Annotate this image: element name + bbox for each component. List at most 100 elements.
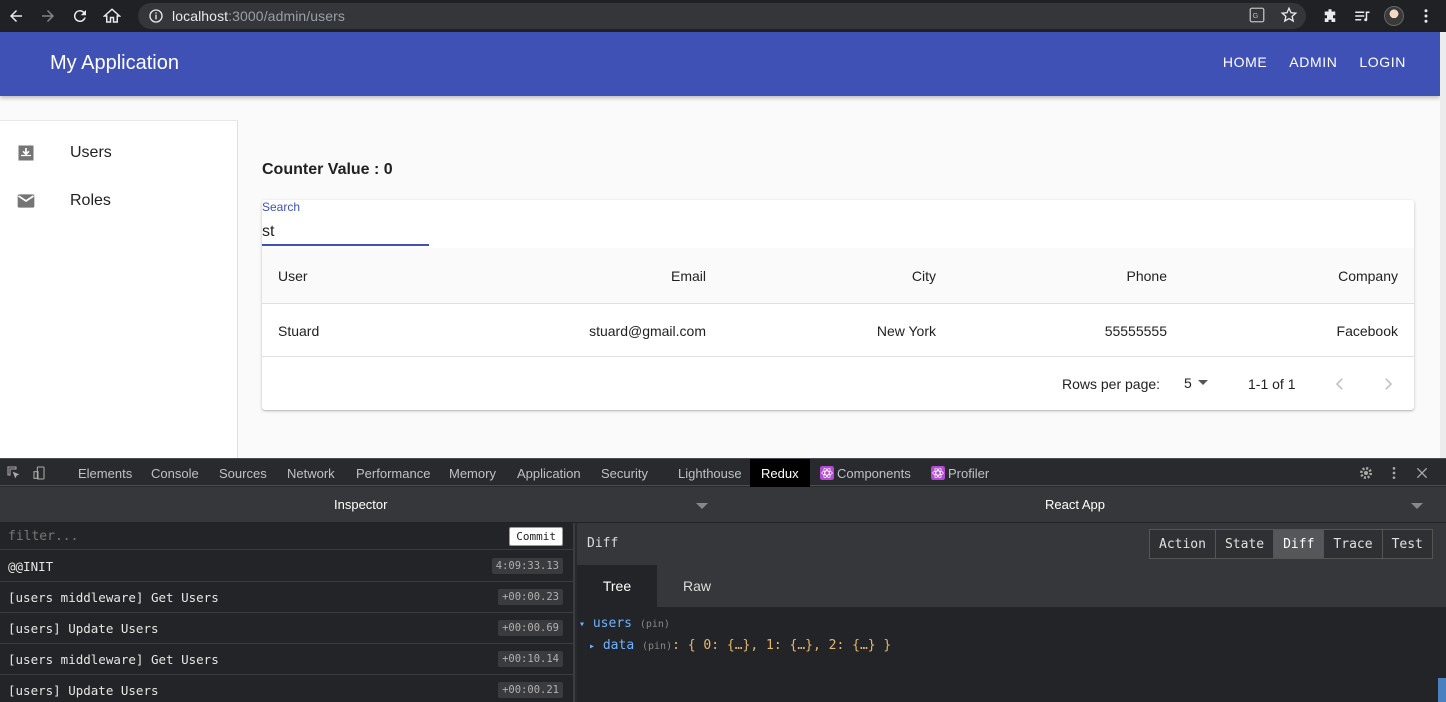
commit-button[interactable]: Commit (509, 527, 563, 546)
device-toolbar-icon[interactable] (32, 465, 48, 481)
sidebar-item-roles[interactable]: Roles (0, 177, 237, 225)
forward-icon[interactable] (32, 0, 64, 32)
inspect-element-icon[interactable] (6, 465, 22, 481)
column-header-user[interactable]: User (278, 248, 308, 303)
previous-page-button[interactable] (1328, 372, 1352, 396)
search-label: Search (262, 200, 301, 214)
cell-user: Stuard (278, 322, 320, 339)
translate-icon[interactable]: G (1248, 6, 1266, 24)
app-bar: My Application HOME ADMIN LOGIN (0, 32, 1440, 96)
devtools-tab-performance[interactable]: Performance (348, 459, 438, 487)
devtools-tab-network[interactable]: Network (279, 459, 343, 487)
action-list-item[interactable]: [users] Update Users +00:00.69 (0, 613, 573, 644)
scrollbar-thumb[interactable] (1438, 678, 1446, 702)
filter-row: filter... Commit (0, 523, 573, 550)
more-vert-icon[interactable] (1416, 6, 1436, 26)
page-scrollbar[interactable] (1440, 32, 1446, 458)
action-list-pane: filter... Commit @@INIT 4:09:33.13 [user… (0, 523, 575, 702)
extensions-puzzle-icon[interactable] (1320, 6, 1340, 26)
column-header-company[interactable]: Company (1338, 248, 1398, 303)
action-list-item[interactable]: [users] Update Users +00:00.21 (0, 675, 573, 702)
column-header-city[interactable]: City (912, 248, 936, 303)
app-instance-select[interactable]: React App (1045, 497, 1105, 512)
address-bar[interactable]: localhost:3000/admin/users G (138, 3, 1306, 29)
home-icon[interactable] (96, 0, 128, 32)
mode-tab-trace[interactable]: Trace (1324, 530, 1383, 558)
view-tabs: Tree Raw (577, 565, 1446, 607)
table-row[interactable]: Stuard stuard@gmail.com New York 5555555… (262, 305, 1414, 357)
mail-icon (17, 194, 35, 208)
tree-node-users[interactable]: ▾ users (pin) (579, 616, 670, 631)
collapsed-arrow-icon[interactable]: ▸ (589, 641, 595, 652)
rows-per-page-select[interactable]: 5 (1184, 375, 1192, 391)
nav-admin-button[interactable]: ADMIN (1289, 54, 1337, 70)
table-pagination: Rows per page: 5 1-1 of 1 (262, 358, 1414, 410)
cell-phone: 55555555 (1104, 322, 1167, 339)
devtools-panel: Elements Console Sources Network Perform… (0, 458, 1446, 702)
action-filter-input[interactable]: filter... (8, 529, 78, 544)
column-header-phone[interactable]: Phone (1127, 248, 1167, 303)
devtools-tab-security[interactable]: Security (593, 459, 656, 487)
browser-toolbar: localhost:3000/admin/users G (0, 0, 1446, 32)
chevron-down-icon[interactable] (696, 503, 708, 509)
devtools-tab-sources[interactable]: Sources (211, 459, 275, 487)
inspector-mode-tabs: Action State Diff Trace Test (1149, 529, 1433, 559)
action-list-item[interactable]: [users middleware] Get Users +00:10.14 (0, 644, 573, 675)
action-list-item[interactable]: @@INIT 4:09:33.13 (0, 551, 573, 582)
inbox-icon (18, 145, 34, 161)
devtools-tab-profiler[interactable]: Profiler (925, 459, 995, 487)
page-range: 1-1 of 1 (1248, 376, 1296, 392)
sidebar-item-users[interactable]: Users (0, 129, 237, 177)
more-vert-icon[interactable] (1386, 465, 1402, 481)
mode-tab-state[interactable]: State (1215, 530, 1275, 558)
devtools-tab-redux[interactable]: Redux (750, 459, 810, 487)
mode-tab-test[interactable]: Test (1382, 530, 1432, 558)
view-tab-tree[interactable]: Tree (577, 565, 657, 607)
inspector-header: Diff Action State Diff Trace Test (577, 523, 1446, 565)
profile-avatar[interactable] (1384, 6, 1404, 26)
app-nav: HOME ADMIN LOGIN (1223, 54, 1406, 70)
inspector-select[interactable]: Inspector (334, 497, 387, 512)
search-input[interactable] (262, 220, 429, 246)
devtools-tab-elements[interactable]: Elements (70, 459, 140, 487)
bookmark-star-icon[interactable] (1280, 6, 1298, 24)
panel-title: Diff (587, 536, 619, 551)
column-header-email[interactable]: Email (671, 248, 706, 303)
cell-email: stuard@gmail.com (589, 322, 706, 339)
expanded-arrow-icon[interactable]: ▾ (579, 619, 585, 630)
rows-per-page-label: Rows per page: (1062, 376, 1161, 392)
settings-gear-icon[interactable] (1358, 465, 1374, 481)
reload-icon[interactable] (64, 0, 96, 32)
devtools-tabbar: Elements Console Sources Network Perform… (0, 458, 1446, 487)
tree-node-data[interactable]: ▸ data (pin): { 0: {…}, 1: {…}, 2: {…} } (589, 638, 891, 653)
devtools-tab-application[interactable]: Application (509, 459, 589, 487)
chevron-down-icon[interactable] (1411, 503, 1423, 509)
nav-home-button[interactable]: HOME (1223, 54, 1267, 70)
state-inspector-pane: Diff Action State Diff Trace Test Tree R… (577, 523, 1446, 702)
action-list-item[interactable]: [users middleware] Get Users +00:00.23 (0, 582, 573, 613)
info-icon[interactable] (148, 8, 164, 24)
devtools-tab-console[interactable]: Console (143, 459, 207, 487)
devtools-tab-components[interactable]: Components (814, 459, 917, 487)
cell-city: New York (876, 322, 936, 339)
devtools-tab-memory[interactable]: Memory (441, 459, 504, 487)
mode-tab-action[interactable]: Action (1150, 530, 1216, 558)
react-icon (931, 466, 945, 480)
sidebar: Users Roles (0, 120, 238, 458)
next-page-button[interactable] (1376, 372, 1400, 396)
state-tree: ▾ users (pin) ▸ data (pin): { 0: {…}, 1:… (577, 607, 1446, 702)
dropdown-caret-icon[interactable] (1198, 380, 1208, 385)
app-title: My Application (50, 52, 179, 74)
view-tab-raw[interactable]: Raw (657, 565, 737, 607)
nav-login-button[interactable]: LOGIN (1359, 54, 1406, 70)
media-queue-icon[interactable] (1352, 6, 1372, 26)
table-header: User Email City Phone Company (262, 248, 1414, 304)
close-icon[interactable] (1414, 465, 1430, 481)
react-icon (820, 466, 834, 480)
mode-tab-diff[interactable]: Diff (1274, 530, 1325, 558)
cell-company: Facebook (1336, 322, 1398, 339)
chevron-right-icon (1385, 378, 1393, 390)
devtools-tab-lighthouse[interactable]: Lighthouse (670, 459, 750, 487)
back-icon[interactable] (0, 0, 32, 32)
url-text: localhost:3000/admin/users (172, 8, 346, 24)
